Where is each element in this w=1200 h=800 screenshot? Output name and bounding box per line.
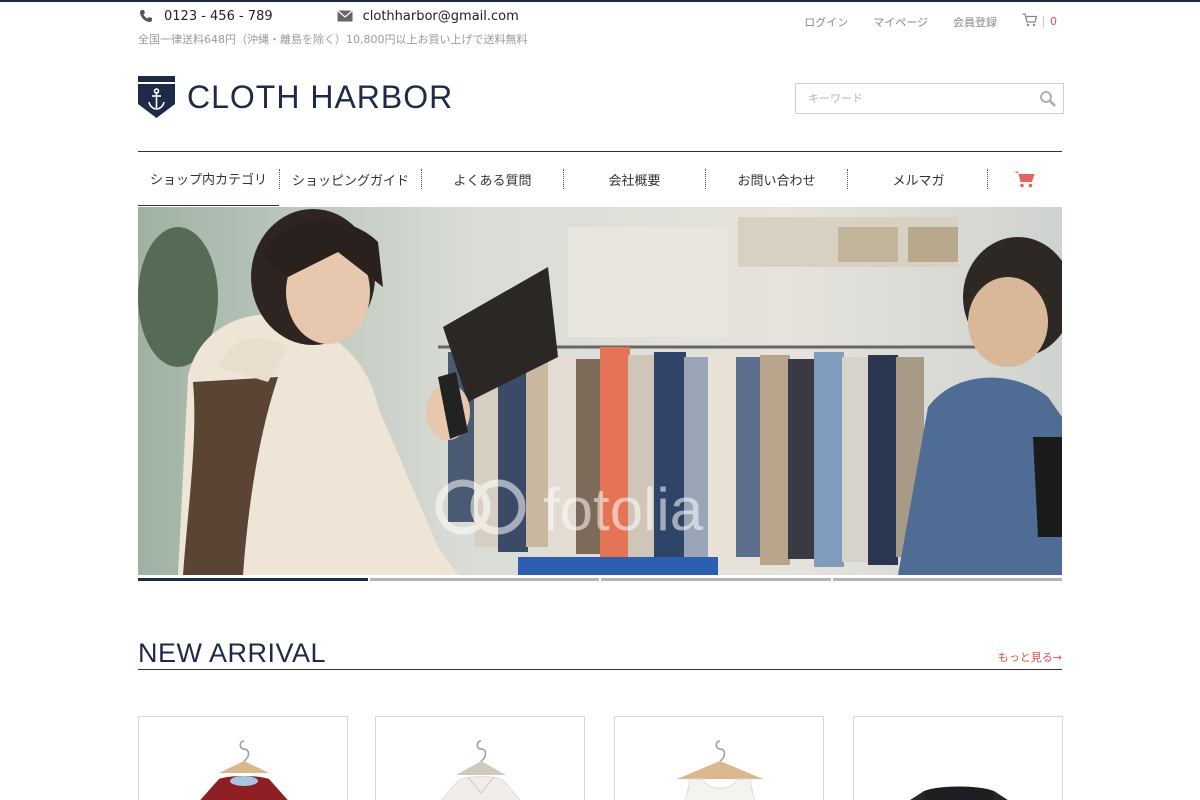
search-icon[interactable] xyxy=(1039,90,1057,108)
section-title: NEW ARRIVAL xyxy=(138,638,327,668)
see-more-link[interactable]: もっと見る→ xyxy=(998,649,1062,665)
mini-cart[interactable]: 0 xyxy=(1022,13,1057,30)
product-card[interactable] xyxy=(614,716,824,800)
cart-icon xyxy=(1022,13,1038,30)
slider-pagination xyxy=(138,578,1062,582)
contact-bar: 0123 - 456 - 789 clothharbor@gmail.com xyxy=(138,6,519,26)
product-card[interactable] xyxy=(138,716,348,800)
mypage-link[interactable]: マイページ xyxy=(873,14,928,30)
email-address: clothharbor@gmail.com xyxy=(362,8,519,24)
product-image-red-sweater xyxy=(200,740,288,800)
user-nav: ログイン マイページ 会員登録 0 xyxy=(779,13,1057,30)
search-input[interactable] xyxy=(796,84,1026,113)
phone-number: 0123 - 456 - 789 xyxy=(164,8,273,24)
product-card[interactable] xyxy=(853,716,1063,800)
top-rule xyxy=(0,0,1200,2)
nav-item-shop-category[interactable]: ショップ内カテゴリ xyxy=(138,152,279,206)
slide-indicator-4[interactable] xyxy=(832,578,1062,581)
product-grid xyxy=(138,716,1064,800)
nav-item-shopping-guide[interactable]: ショッピングガイド xyxy=(280,152,421,206)
cart-icon xyxy=(1014,171,1035,188)
product-image-white-top xyxy=(677,740,763,800)
email-contact[interactable]: clothharbor@gmail.com xyxy=(336,8,519,24)
slide-indicator-2[interactable] xyxy=(369,578,599,581)
nav-item-faq[interactable]: よくある質問 xyxy=(422,152,563,206)
site-logo[interactable]: CLOTH HARBOR xyxy=(138,76,453,118)
nav-cart-button[interactable] xyxy=(988,152,1062,206)
register-link[interactable]: 会員登録 xyxy=(953,14,997,30)
hero-slider[interactable]: fotolia xyxy=(138,207,1062,575)
nav-label: お問い合わせ xyxy=(737,173,816,189)
phone-icon xyxy=(138,8,154,24)
nav-label: メルマガ xyxy=(892,173,945,189)
nav-item-company[interactable]: 会社概要 xyxy=(564,152,705,206)
product-image-white-blouse xyxy=(441,740,521,800)
cart-count: 0 xyxy=(1050,15,1057,28)
product-image-black-top xyxy=(910,786,1008,800)
logo-text: CLOTH HARBOR xyxy=(187,79,454,115)
watermark-text: fotolia xyxy=(543,476,704,543)
hero-image: fotolia xyxy=(138,207,1062,575)
global-nav: ショップ内カテゴリ ショッピングガイド よくある質問 会社概要 お問い合わせ メ… xyxy=(138,151,1062,207)
shipping-notice: 全国一律送料648円（沖縄・離島を除く）10,800円以上お買い上げで送料無料 xyxy=(138,33,528,46)
slide-indicator-1[interactable] xyxy=(138,578,368,581)
mail-icon xyxy=(336,8,353,24)
nav-label: ショッピングガイド xyxy=(291,173,409,189)
cart-separator xyxy=(1043,15,1044,28)
product-card[interactable] xyxy=(375,716,585,800)
nav-label: 会社概要 xyxy=(608,173,661,189)
anchor-shield-icon xyxy=(138,76,175,118)
nav-label: よくある質問 xyxy=(453,173,532,189)
slide-indicator-3[interactable] xyxy=(601,578,831,581)
search-box xyxy=(795,83,1064,114)
nav-item-contact[interactable]: お問い合わせ xyxy=(706,152,847,206)
nav-item-newsletter[interactable]: メルマガ xyxy=(848,152,989,206)
nav-label: ショップ内カテゴリ xyxy=(149,173,267,188)
login-link[interactable]: ログイン xyxy=(804,14,848,30)
phone-contact: 0123 - 456 - 789 xyxy=(138,8,273,24)
new-arrival-header: NEW ARRIVAL もっと見る→ xyxy=(138,636,1062,670)
